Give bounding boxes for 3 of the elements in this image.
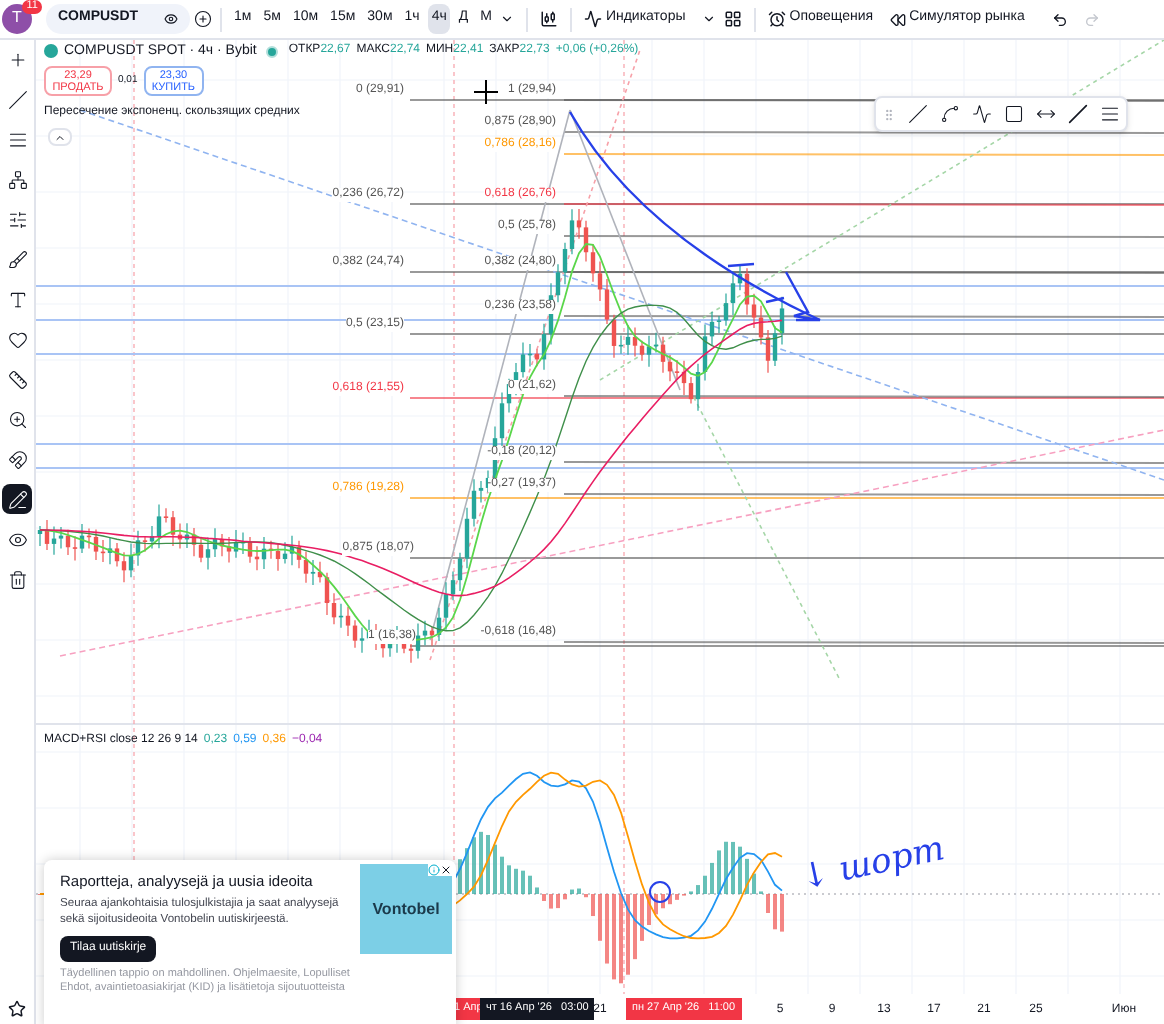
brand-banner[interactable]: Vontobel	[360, 864, 452, 954]
brand-name: Vontobel	[372, 897, 440, 921]
handwritten-note: ↓ шорт	[796, 827, 950, 903]
